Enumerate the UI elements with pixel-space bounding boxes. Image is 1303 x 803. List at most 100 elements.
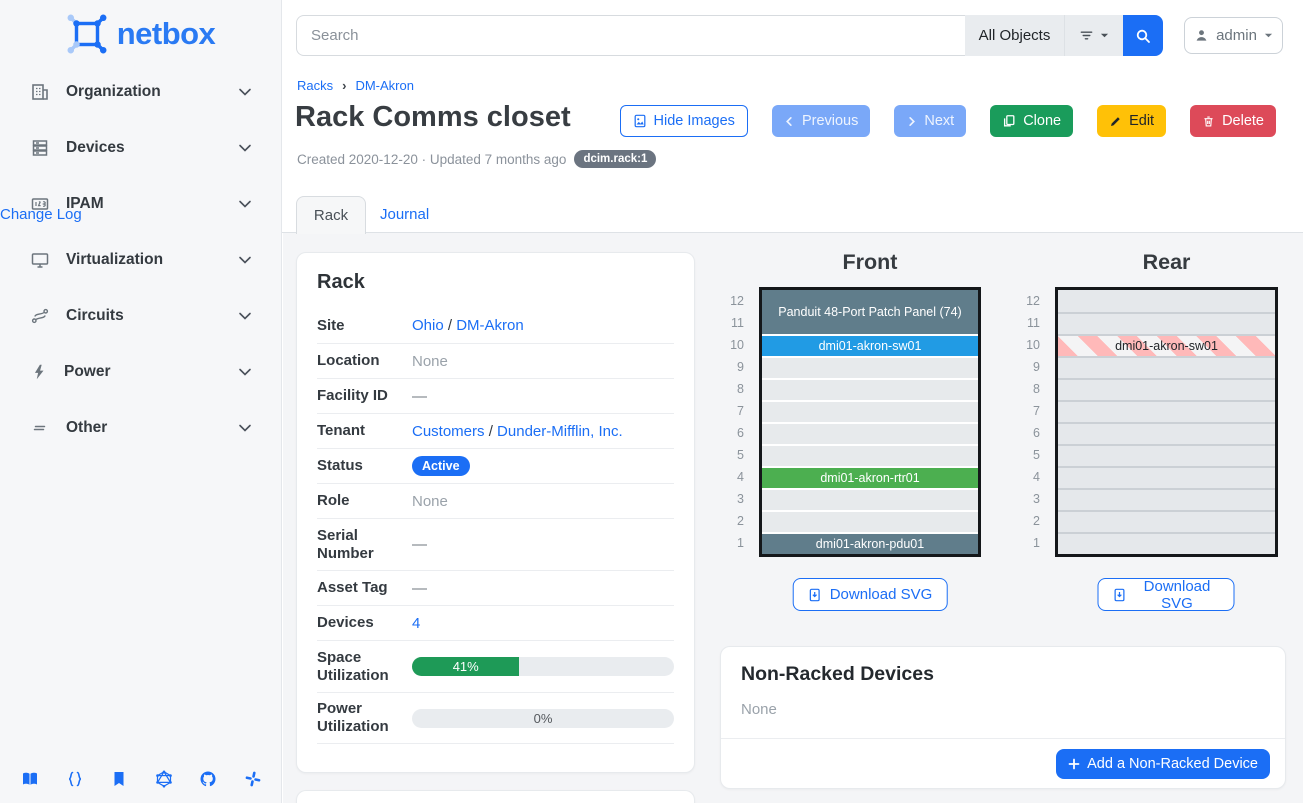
rear-empty-slot-u8[interactable] bbox=[1058, 380, 1275, 400]
slack-icon[interactable] bbox=[243, 769, 263, 789]
breadcrumb-link-racks[interactable]: Racks bbox=[297, 78, 333, 93]
sidebar-item-power[interactable]: Power bbox=[30, 358, 253, 386]
devices-count-link[interactable]: 4 bbox=[412, 615, 420, 632]
rack-info-card: Rack SiteOhio / DM-AkronLocationNoneFaci… bbox=[296, 252, 695, 773]
building-icon bbox=[30, 82, 50, 102]
person-icon bbox=[1194, 28, 1209, 43]
rear-empty-slot-u7[interactable] bbox=[1058, 402, 1275, 422]
muted-value: None bbox=[412, 353, 448, 370]
sidebar-item-circuits[interactable]: Circuits bbox=[30, 302, 253, 330]
github-icon[interactable] bbox=[198, 769, 218, 789]
front-empty-slot-u9[interactable] bbox=[762, 358, 978, 378]
front-unit-label-10: 10 bbox=[706, 334, 744, 356]
add-non-racked-device-label: Add a Non-Racked Device bbox=[1087, 756, 1258, 772]
front-empty-slot-u7[interactable] bbox=[762, 402, 978, 422]
add-non-racked-device-button[interactable]: Add a Non-Racked Device bbox=[1056, 749, 1270, 779]
clone-button[interactable]: Clone bbox=[990, 105, 1073, 137]
breadcrumb-link-dm-akron[interactable]: DM-Akron bbox=[355, 78, 414, 93]
rear-rack-elevation: dmi01-akron-sw01 bbox=[1055, 287, 1278, 557]
docs-book-icon[interactable] bbox=[20, 769, 40, 789]
sidebar-item-virtualization[interactable]: Virtualization bbox=[30, 246, 253, 274]
tenant-link-dunder-mifflin-inc-[interactable]: Dunder-Mifflin, Inc. bbox=[497, 423, 623, 440]
rear-empty-slot-u6[interactable] bbox=[1058, 424, 1275, 444]
info-label: Facility ID bbox=[317, 387, 412, 405]
rear-unit-label-7: 7 bbox=[1002, 400, 1040, 422]
info-value: 41% bbox=[412, 657, 674, 676]
rear-unit-label-4: 4 bbox=[1002, 466, 1040, 488]
rear-empty-slot-u3[interactable] bbox=[1058, 490, 1275, 510]
info-row-site: SiteOhio / DM-Akron bbox=[317, 308, 674, 343]
rear-empty-slot-u5[interactable] bbox=[1058, 446, 1275, 466]
non-racked-title: Non-Racked Devices bbox=[741, 663, 1265, 686]
netbox-logo[interactable]: netbox bbox=[0, 8, 281, 60]
copy-icon bbox=[1002, 114, 1016, 128]
front-device-dmi01-akron-rtr01[interactable]: dmi01-akron-rtr01 bbox=[762, 468, 978, 488]
search-submit-button[interactable] bbox=[1123, 15, 1163, 56]
tab-change-log[interactable]: Change Log bbox=[0, 196, 82, 233]
rear-empty-slot-u9[interactable] bbox=[1058, 358, 1275, 378]
front-empty-slot-u6[interactable] bbox=[762, 424, 978, 444]
sidebar-item-other[interactable]: Other bbox=[30, 414, 253, 442]
rear-unit-label-8: 8 bbox=[1002, 378, 1040, 400]
clone-label: Clone bbox=[1023, 113, 1061, 129]
empty-dash: — bbox=[412, 388, 427, 405]
link-separator: / bbox=[485, 423, 498, 440]
search-scope-button[interactable]: All Objects bbox=[965, 15, 1064, 56]
rear-unit-label-3: 3 bbox=[1002, 488, 1040, 510]
next-button[interactable]: Next bbox=[894, 105, 966, 137]
delete-button[interactable]: Delete bbox=[1190, 105, 1276, 137]
search-filter-dropdown[interactable] bbox=[1064, 15, 1123, 56]
hide-images-button[interactable]: Hide Images bbox=[620, 105, 748, 137]
info-value: None bbox=[412, 493, 674, 510]
tab-journal[interactable]: Journal bbox=[372, 196, 437, 233]
breadcrumb-separator-icon: › bbox=[342, 78, 346, 93]
status-badge: Active bbox=[412, 456, 470, 476]
info-value: 4 bbox=[412, 615, 674, 632]
sidebar-item-organization[interactable]: Organization bbox=[30, 78, 253, 106]
site-link-ohio[interactable]: Ohio bbox=[412, 317, 444, 334]
front-empty-slot-u3[interactable] bbox=[762, 490, 978, 510]
front-device-panduit-48-port-patch-panel-74-[interactable]: Panduit 48-Port Patch Panel (74) bbox=[762, 290, 978, 334]
rear-empty-slot-u11[interactable] bbox=[1058, 314, 1275, 334]
front-empty-slot-u2[interactable] bbox=[762, 512, 978, 532]
tab-rack[interactable]: Rack bbox=[296, 196, 366, 234]
front-unit-label-7: 7 bbox=[706, 400, 744, 422]
api-docs-bookmark-icon[interactable] bbox=[109, 769, 129, 789]
info-label: Power Utilization bbox=[317, 700, 412, 736]
front-empty-slot-u5[interactable] bbox=[762, 446, 978, 466]
tenant-link-customers[interactable]: Customers bbox=[412, 423, 485, 440]
front-empty-slot-u8[interactable] bbox=[762, 380, 978, 400]
graphql-icon[interactable] bbox=[154, 769, 174, 789]
download-svg-front-button[interactable]: Download SVG bbox=[793, 578, 948, 611]
site-link-dm-akron[interactable]: DM-Akron bbox=[456, 317, 524, 334]
rear-empty-slot-u2[interactable] bbox=[1058, 512, 1275, 532]
chevron-down-icon bbox=[237, 420, 253, 436]
search-input[interactable] bbox=[296, 15, 965, 56]
previous-button[interactable]: Previous bbox=[772, 105, 870, 137]
user-menu-button[interactable]: admin bbox=[1184, 17, 1283, 54]
front-device-dmi01-akron-pdu01[interactable]: dmi01-akron-pdu01 bbox=[762, 534, 978, 554]
global-search-group: All Objects bbox=[296, 15, 1163, 56]
edit-button[interactable]: Edit bbox=[1097, 105, 1166, 137]
sidebar: netbox OrganizationDevicesIPAMVirtualiza… bbox=[0, 0, 282, 803]
download-file-icon bbox=[808, 588, 822, 602]
rear-empty-slot-u1[interactable] bbox=[1058, 534, 1275, 554]
chevron-down-icon bbox=[237, 252, 253, 268]
rear-empty-slot-u4[interactable] bbox=[1058, 468, 1275, 488]
download-svg-rear-button[interactable]: Download SVG bbox=[1098, 578, 1235, 611]
front-unit-label-5: 5 bbox=[706, 444, 744, 466]
sidebar-item-devices[interactable]: Devices bbox=[30, 134, 253, 162]
rest-api-braces-icon[interactable] bbox=[65, 769, 85, 789]
action-buttons: Hide Images Previous Next Clone Edit bbox=[620, 105, 1276, 137]
info-row-serial-number: Serial Number— bbox=[317, 518, 674, 570]
front-device-dmi01-akron-sw01[interactable]: dmi01-akron-sw01 bbox=[762, 336, 978, 356]
tab-label: Change Log bbox=[0, 206, 82, 223]
rear-device-dmi01-akron-sw01[interactable]: dmi01-akron-sw01 bbox=[1058, 336, 1275, 356]
device-label: Panduit 48-Port Patch Panel (74) bbox=[778, 305, 961, 319]
info-row-facility-id: Facility ID— bbox=[317, 378, 674, 413]
info-label: Asset Tag bbox=[317, 579, 412, 597]
caret-down-icon bbox=[1264, 31, 1273, 40]
rear-unit-label-10: 10 bbox=[1002, 334, 1040, 356]
rear-empty-slot-u12[interactable] bbox=[1058, 290, 1275, 312]
device-label: dmi01-akron-sw01 bbox=[1115, 339, 1218, 353]
